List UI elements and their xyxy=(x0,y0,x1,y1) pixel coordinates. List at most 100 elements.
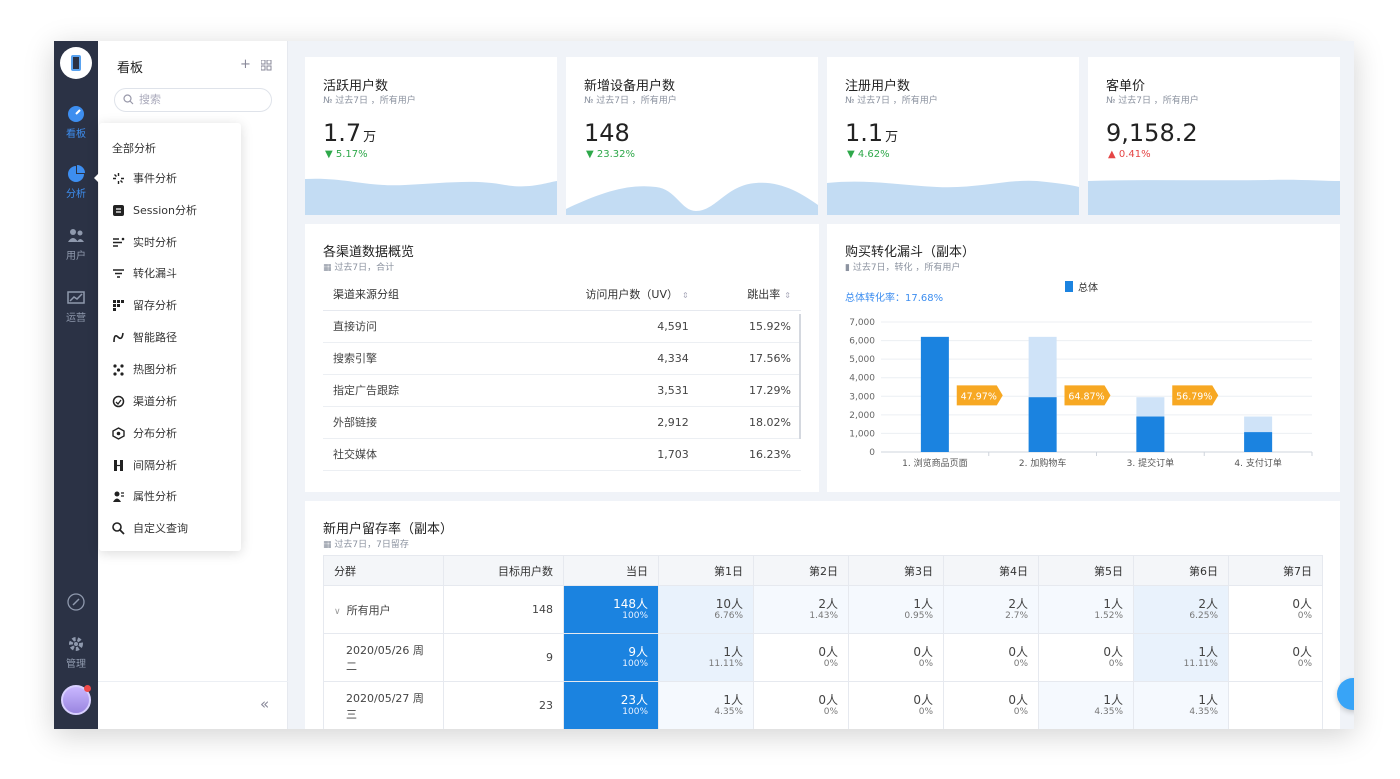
cell-pct: 11.11% xyxy=(1183,659,1218,669)
card-title: 新用户留存率（副本） xyxy=(323,522,454,537)
col-uv[interactable]: 访问用户数（UV） ⇕ xyxy=(483,278,699,311)
board-search-input[interactable]: 搜索 xyxy=(114,88,272,112)
menu-item-retention[interactable]: 留存分析 xyxy=(112,296,177,314)
cell-pct: 100% xyxy=(622,659,648,669)
menu-item-label: Session分析 xyxy=(133,204,197,217)
cell-pct: 2.7% xyxy=(1005,611,1028,621)
chevron-down-icon[interactable]: ∨ xyxy=(334,607,341,617)
menu-item-label: 事件分析 xyxy=(133,172,177,185)
dashboard-icon xyxy=(68,106,84,122)
query-icon xyxy=(112,521,125,535)
group-label: 所有用户 xyxy=(346,603,391,617)
app-logo[interactable] xyxy=(60,47,92,79)
col-channel: 渠道来源分组 xyxy=(323,278,483,311)
cell-count: 1人 xyxy=(1198,693,1218,707)
col-target: 目标用户数 xyxy=(443,555,564,586)
menu-item-interval[interactable]: 间隔分析 xyxy=(112,456,177,474)
cell-channel: 直接访问 xyxy=(323,310,483,343)
menu-item-event-analysis[interactable]: 事件分析 xyxy=(112,169,177,187)
kpi-card-new-devices[interactable]: 新增设备用户数 № 过去7日 ，所有用户 148 ▼ 23.32% xyxy=(566,57,818,215)
analysis-menu: 全部分析 事件分析 Session分析 实时分析 转化漏斗 留存分析 智能路径 … xyxy=(94,123,241,551)
table-scrollbar[interactable] xyxy=(799,314,801,439)
col-day: 当日 xyxy=(563,555,659,586)
cell-retention: 10人 6.76% xyxy=(658,585,754,634)
kpi-value: 148 xyxy=(584,119,632,147)
distribution-icon xyxy=(112,426,125,440)
rail-item-link[interactable] xyxy=(54,593,98,613)
card-sub: ▦ 过去7日，7日留存 xyxy=(323,537,409,550)
cell-retention: 0人 0% xyxy=(943,633,1039,682)
add-board-button[interactable]: + xyxy=(240,57,251,72)
menu-item-channel[interactable]: 渠道分析 xyxy=(112,392,177,410)
retention-header-row: 分群 目标用户数 当日 第1日 第2日 第3日 第4日 第5日 第6日 第7日 xyxy=(323,555,1323,586)
cell-target: 148 xyxy=(443,585,564,634)
kpi-sub: № 过去7日 ，所有用户 xyxy=(584,96,677,106)
cell-retention: 0人 0% xyxy=(1038,633,1134,682)
kpi-card-registered-users[interactable]: 注册用户数 № 过去7日 ，所有用户 1.1 万 ▼ 4.62% xyxy=(827,57,1079,215)
search-placeholder: 搜索 xyxy=(139,93,161,106)
pie-chart-icon xyxy=(68,165,85,182)
menu-item-heatmap[interactable]: 热图分析 xyxy=(112,360,177,378)
col-bounce[interactable]: 跳出率 ⇕ xyxy=(698,278,801,311)
rail-item-users[interactable]: 用户 xyxy=(54,227,98,262)
cell-pct: 6.76% xyxy=(714,611,743,621)
cell-pct: 6.25% xyxy=(1189,611,1218,621)
menu-item-smart-path[interactable]: 智能路径 xyxy=(112,328,177,346)
cell-count: 1人 xyxy=(723,645,743,659)
cell-pct: 0% xyxy=(918,707,933,717)
rail-item-dashboard[interactable]: 看板 xyxy=(54,105,98,140)
cell-retention xyxy=(1228,681,1323,729)
rail-item-operation[interactable]: 运营 xyxy=(54,289,98,324)
cell-uv: 4,591 xyxy=(483,310,699,343)
conversion-rate-label: 56.79% xyxy=(1176,391,1212,402)
table-icon: ▦ xyxy=(323,540,332,550)
funnel-bar xyxy=(1244,432,1273,452)
retention-card: 新用户留存率（副本） ▦ 过去7日，7日留存 分群 目标用户数 当日 第1日 第… xyxy=(305,501,1340,729)
menu-item-session-analysis[interactable]: Session分析 xyxy=(112,201,197,219)
table-row: 指定广告跟踪 3,531 17.29% xyxy=(323,374,801,407)
menu-item-funnel[interactable]: 转化漏斗 xyxy=(112,264,177,282)
collapse-panel-button[interactable]: « xyxy=(260,695,269,713)
kpi-change: ▲ 0.41% xyxy=(1108,149,1151,160)
menu-item-realtime-analysis[interactable]: 实时分析 xyxy=(112,233,177,251)
table-icon: ▦ xyxy=(323,263,332,273)
x-tick-label: 4. 支付订单 xyxy=(1234,457,1281,469)
table-row: 直接访问 4,591 15.92% xyxy=(323,310,801,343)
conversion-rate-label: 64.87% xyxy=(1068,391,1104,402)
rail-label: 管理 xyxy=(66,659,86,670)
menu-item-distribution[interactable]: 分布分析 xyxy=(112,424,177,442)
kpi-card-active-users[interactable]: 活跃用户数 № 过去7日 ，所有用户 1.7 万 ▼ 5.17% xyxy=(305,57,557,215)
rail-item-analysis[interactable]: 分析 xyxy=(54,165,98,200)
kpi-sparkline xyxy=(566,182,818,215)
cell-pct: 4.35% xyxy=(1094,707,1123,717)
kpi-card-unit-price[interactable]: 客单价 № 过去7日 ，所有用户 9,158.2 ▲ 0.41% xyxy=(1088,57,1340,215)
rail-item-manage[interactable]: 管理 xyxy=(54,635,98,670)
session-icon xyxy=(113,204,124,216)
kpi-number: 9,158.2 xyxy=(1106,119,1198,147)
sort-icon[interactable]: ⇕ xyxy=(784,291,791,300)
channel-icon xyxy=(112,395,125,407)
cell-count: 9人 xyxy=(628,645,648,659)
kpi-number: 148 xyxy=(584,119,630,147)
cell-retention: 1人 1.52% xyxy=(1038,585,1134,634)
users-icon xyxy=(68,229,84,242)
left-rail: 看板 分析 用户 运营 管理 xyxy=(54,41,98,729)
sort-icon[interactable]: ⇕ xyxy=(682,291,689,300)
kpi-change: ▼ 5.17% xyxy=(325,149,368,160)
kpi-value: 1.1 万 xyxy=(845,119,898,147)
kpi-value: 1.7 万 xyxy=(323,119,376,147)
menu-item-custom-query[interactable]: 自定义查询 xyxy=(112,519,188,537)
cell-channel: 指定广告跟踪 xyxy=(323,374,483,407)
search-icon xyxy=(123,94,134,105)
cell-pct: 100% xyxy=(622,611,648,621)
x-tick-label: 3. 提交订单 xyxy=(1127,457,1174,469)
kpi-name: 客单价 xyxy=(1106,79,1146,94)
cell-uv: 3,531 xyxy=(483,374,699,407)
menu-item-property[interactable]: 属性分析 xyxy=(112,487,177,505)
x-tick-label: 2. 加购物车 xyxy=(1019,457,1066,469)
cell-group[interactable]: ∨ 所有用户 xyxy=(323,585,444,634)
funnel-bar xyxy=(1028,397,1057,452)
user-avatar[interactable] xyxy=(61,685,91,715)
col-day: 第3日 xyxy=(848,555,944,586)
grid-view-icon[interactable] xyxy=(261,60,272,71)
